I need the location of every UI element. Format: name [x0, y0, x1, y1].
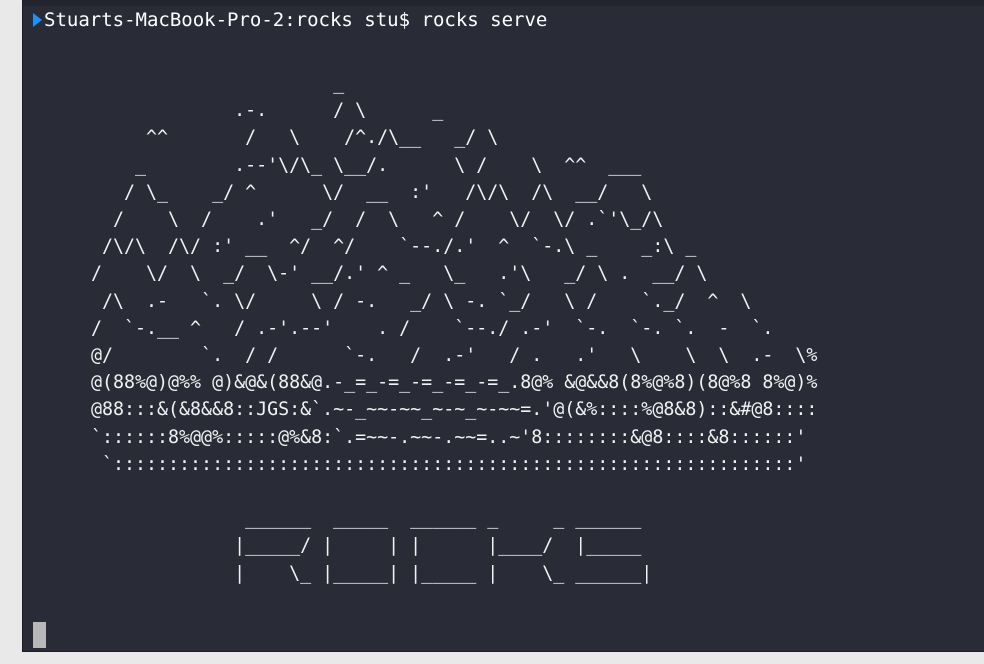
art-line: ______ _____ ______ _ _ ______ [91, 508, 642, 530]
prompt-host: Stuarts-MacBook-Pro-2:rocks stu$ [44, 9, 411, 31]
art-line: _ [91, 73, 345, 94]
art-line: / \/ \ _/ \-' __/.' ^ _ \_ .'\ _/ \ . __… [91, 263, 708, 285]
art-line: `::::::8%@@%:::::@%&8:`.=~~-.~~-.~~=..~'… [91, 426, 807, 448]
art-line: /\ .- `. \/ \ / -. _/ \ -. `_/ \ / `._/ … [91, 290, 752, 312]
art-line: / \_ _/ ^ \/ __ :' /\/\ /\ __/ \ [91, 181, 653, 203]
prompt-marker-icon [33, 13, 42, 27]
art-line: / \ / .' _/ / \ ^ / \/ \/ .`'\_/\ [91, 209, 664, 231]
art-line: @/ `. / / `-. / .-' / . .' \ \ \ .- \% [91, 345, 818, 367]
art-line: |_____/ | | | |____/ |_____ [91, 535, 642, 557]
terminal-window[interactable]: Stuarts-MacBook-Pro-2:rocks stu$ rocks s… [22, 0, 984, 652]
art-line: / `-.__ ^ / .-'.--' . / `--./ .-' `-. `-… [91, 317, 774, 339]
art-line: @(88%@)@%% @)&@&(88&@.-_=_-=_-=_-=_-=_.8… [91, 372, 818, 394]
prompt-line: Stuarts-MacBook-Pro-2:rocks stu$ rocks s… [33, 8, 547, 32]
rocks-ascii-art: _ .-. / \ _ ^^ / \ /^./\__ _/ \ _ .--'\/… [91, 70, 817, 587]
prompt-command: rocks serve [421, 9, 548, 31]
art-line: `:::::::::::::::::::::::::::::::::::::::… [91, 453, 807, 475]
art-line: ^^ / \ /^./\__ _/ \ [91, 127, 499, 149]
art-line: .-. / \ _ [91, 100, 444, 122]
window-top-edge [23, 0, 984, 6]
art-line: | \_ |_____| |_____ | \_ ______| [91, 562, 653, 584]
terminal-cursor [33, 622, 46, 648]
art-line: @88:::&(&8&&8::JGS:&`.~-_~~-~~_~-~_~-~~=… [91, 399, 818, 421]
art-line: _ .--'\/\_ \__/. \ / \ ^^ ___ [91, 154, 642, 176]
art-line: /\/\ /\/ :' __ ^/ ^/ `--./.' ^ `-.\ _ _:… [91, 236, 697, 258]
